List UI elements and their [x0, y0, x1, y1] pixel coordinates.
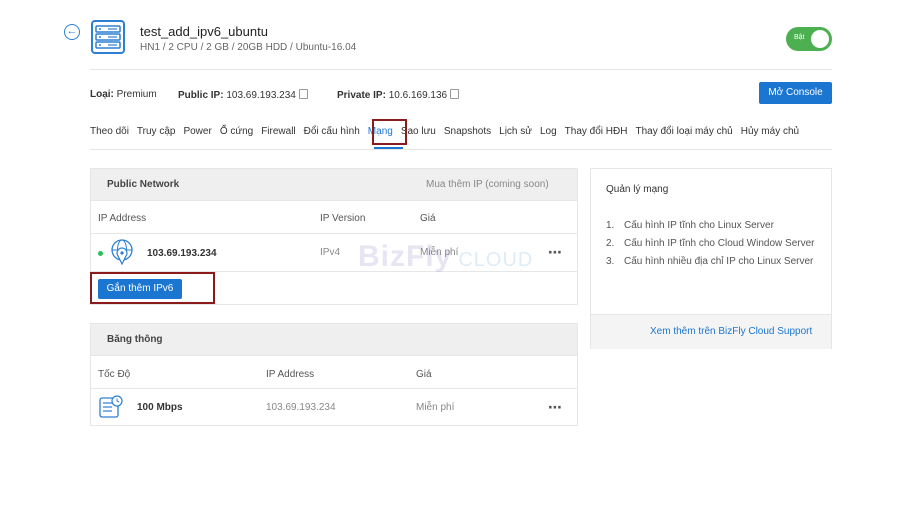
tab-theo-doi[interactable]: Theo dõi — [90, 126, 129, 137]
column-header: IP Address — [98, 213, 147, 224]
back-icon[interactable]: ← — [64, 24, 80, 40]
copy-icon[interactable] — [298, 89, 308, 99]
tab-thay-doi-hdh[interactable]: Thay đổi HĐH — [565, 126, 628, 137]
tab-lich-su[interactable]: Lịch sử — [499, 126, 532, 137]
public-ip-info: Public IP: 103.69.193.234 — [178, 89, 308, 101]
tab-highlight-box — [372, 119, 407, 145]
toggle-label: Bật — [794, 34, 805, 41]
more-options-icon[interactable]: ⋯ — [548, 399, 563, 416]
server-specs: HN1 / 2 CPU / 2 GB / 20GB HDD / Ubuntu-1… — [140, 42, 357, 53]
divider — [90, 69, 832, 70]
panel-header: Băng thông — [91, 324, 577, 356]
help-item[interactable]: 2. Cấu hình IP tĩnh cho Cloud Window Serv… — [606, 235, 821, 253]
column-header: Giá — [416, 369, 432, 380]
column-header: Giá — [420, 213, 436, 224]
support-link[interactable]: Xem thêm trên BizFly Cloud Support — [650, 326, 812, 337]
tab-huy-may-chu[interactable]: Hủy máy chủ — [741, 126, 799, 137]
help-item-label: Cấu hình IP tĩnh cho Cloud Window Server — [624, 238, 815, 249]
more-options-icon[interactable]: ⋯ — [548, 244, 563, 261]
buy-ip-link[interactable]: Mua thêm IP (coming soon) — [426, 179, 549, 190]
help-item-label: Cấu hình IP tĩnh cho Linux Server — [624, 220, 774, 231]
bandwidth-ip: 103.69.193.234 — [266, 402, 336, 413]
tab-snapshots[interactable]: Snapshots — [444, 126, 491, 137]
private-ip-value: 10.6.169.136 — [388, 90, 448, 101]
globe-pin-icon — [110, 239, 134, 268]
tab-power[interactable]: Power — [183, 126, 211, 137]
panel-title: Băng thông — [107, 334, 163, 345]
bandwidth-speed: 100 Mbps — [137, 402, 183, 413]
copy-icon[interactable] — [450, 89, 460, 99]
ip-address: 103.69.193.234 — [147, 248, 217, 259]
help-item[interactable]: 1. Cấu hình IP tĩnh cho Linux Server — [606, 217, 821, 235]
server-type: Loại: Premium — [90, 89, 157, 100]
public-ip-value: 103.69.193.234 — [226, 90, 296, 101]
divider — [90, 149, 832, 150]
bandwidth-icon — [99, 395, 123, 422]
tab-firewall[interactable]: Firewall — [261, 126, 295, 137]
power-toggle[interactable]: Bật — [786, 27, 832, 51]
column-header: IP Version — [320, 213, 366, 224]
help-item[interactable]: 3. Cấu hình nhiều địa chỉ IP cho Linux Se… — [606, 253, 821, 271]
type-label: Loại: — [90, 89, 114, 100]
server-icon — [91, 20, 125, 54]
divider — [91, 388, 577, 389]
tab-bar: Theo dõi Truy cập Power Ổ cứng Firewall … — [90, 126, 807, 137]
public-ip-label: Public IP: — [178, 90, 224, 101]
column-header: Tốc Độ — [98, 369, 131, 380]
help-title: Quản lý mạng — [606, 184, 669, 195]
private-ip-info: Private IP: 10.6.169.136 — [337, 89, 460, 101]
divider — [91, 233, 577, 234]
help-item-label: Cấu hình nhiều địa chỉ IP cho Linux Serv… — [624, 256, 814, 267]
tab-log[interactable]: Log — [540, 126, 557, 137]
watermark-suffix: CLOUD — [458, 249, 534, 271]
tab-thay-doi-loai-may-chu[interactable]: Thay đổi loại máy chủ — [635, 126, 732, 137]
column-header: IP Address — [266, 369, 315, 380]
watermark-brand: BizFly — [358, 240, 453, 273]
open-console-button[interactable]: Mở Console — [759, 82, 832, 104]
panel-title: Public Network — [107, 179, 180, 190]
watermark-logo: BizFly CLOUD — [358, 240, 533, 274]
ipv6-highlight-box — [90, 272, 215, 304]
status-dot — [98, 251, 103, 256]
private-ip-label: Private IP: — [337, 90, 386, 101]
bandwidth-price: Miễn phí — [416, 402, 455, 413]
help-list: 1. Cấu hình IP tĩnh cho Linux Server 2. Cấ… — [606, 217, 821, 271]
ip-version: IPv4 — [320, 247, 341, 258]
type-value: Premium — [116, 89, 157, 100]
server-name: test_add_ipv6_ubuntu — [140, 24, 268, 39]
tab-o-cung[interactable]: Ổ cứng — [220, 126, 253, 137]
tab-doi-cau-hinh[interactable]: Đổi cấu hình — [304, 126, 360, 137]
toggle-knob — [811, 30, 829, 48]
tab-truy-cap[interactable]: Truy cập — [137, 126, 176, 137]
